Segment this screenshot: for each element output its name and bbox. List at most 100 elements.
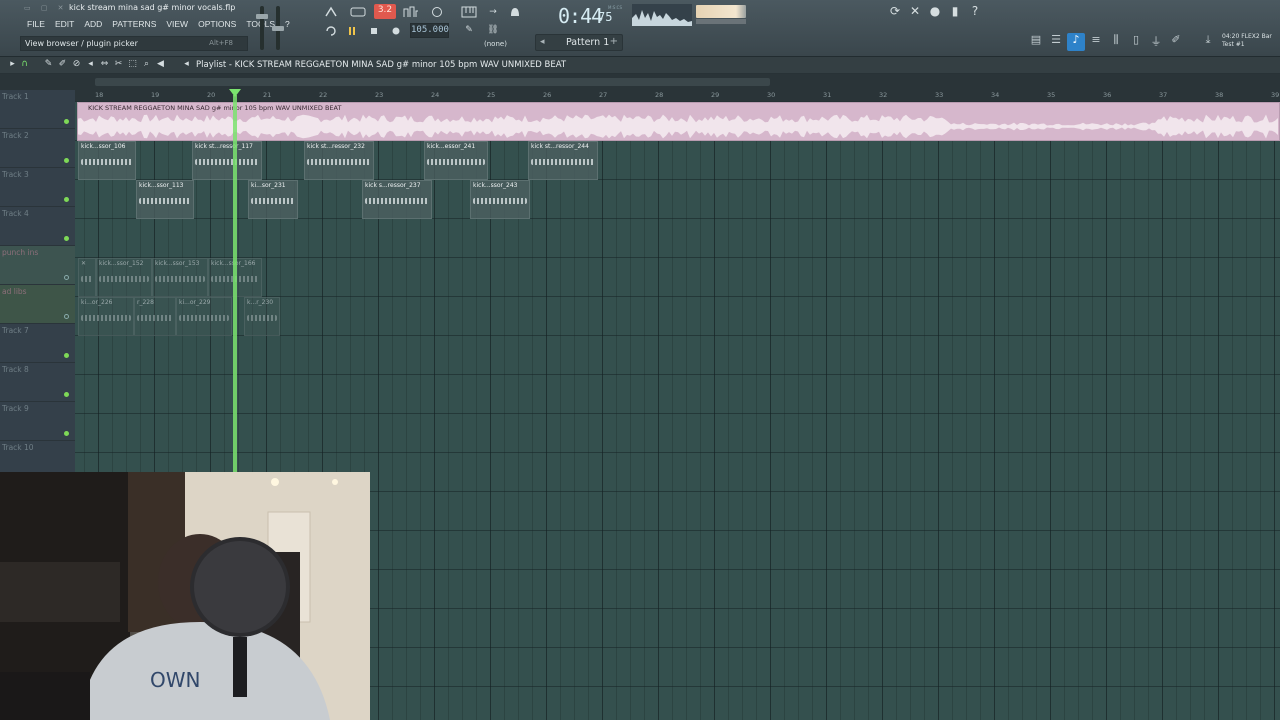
paint-tool-icon[interactable]: ✐: [56, 59, 69, 72]
loop-mode-icon[interactable]: [322, 23, 339, 39]
slice-tool-icon[interactable]: ✂: [112, 59, 125, 72]
pattern-selector[interactable]: ◂ Pattern 1 +: [535, 34, 623, 51]
playhead[interactable]: [233, 95, 237, 472]
window-controls[interactable]: ▭ ▢ ✕: [24, 4, 68, 12]
menu-options[interactable]: OPTIONS: [193, 17, 241, 32]
microphone-icon[interactable]: ●: [926, 4, 944, 22]
master-volume-slider[interactable]: [256, 6, 268, 50]
bar-number: 31: [823, 91, 832, 99]
track-header[interactable]: Track 1: [0, 90, 75, 129]
metronome-icon[interactable]: [320, 4, 342, 20]
audio-clip-muted[interactable]: r_228: [134, 297, 176, 336]
magnet-icon[interactable]: ∩: [18, 59, 31, 72]
undo-history-icon[interactable]: ⟳: [886, 4, 904, 22]
mixer-icon[interactable]: ≡: [1087, 33, 1105, 51]
bar-number: 37: [1159, 91, 1168, 99]
audio-clip-muted[interactable]: kick...ssor_152: [96, 258, 152, 297]
horizontal-scrollbar[interactable]: [95, 78, 770, 86]
slip-tool-icon[interactable]: ⇔: [98, 59, 111, 72]
track-active-indicator[interactable]: [64, 431, 69, 436]
oscilloscope-monitor[interactable]: [632, 4, 692, 26]
blend-notes-icon[interactable]: [400, 4, 422, 20]
plugin-icon[interactable]: ⏚: [1147, 33, 1165, 51]
audio-clip[interactable]: kick st...ressor_117: [192, 141, 262, 180]
timeline-ruler[interactable]: 18 19 20 21 22 23 24 25 26 27 28 29 30 3…: [75, 90, 1280, 102]
master-pitch-slider[interactable]: [272, 6, 284, 50]
audio-clip[interactable]: kick...ssor_243: [470, 180, 530, 219]
audio-clip-muted[interactable]: ki...or_229: [176, 297, 232, 336]
arrow-icon[interactable]: ◂: [180, 59, 193, 72]
audio-clip[interactable]: kick s...ressor_237: [362, 180, 432, 219]
audio-clip-muted[interactable]: k...r_230: [244, 297, 280, 336]
track-active-indicator[interactable]: [64, 158, 69, 163]
track-active-indicator[interactable]: [64, 236, 69, 241]
menu-file[interactable]: FILE: [22, 17, 50, 32]
tempo-display[interactable]: 105.000: [410, 23, 449, 38]
audio-clip-main[interactable]: KICK STREAM REGGAETON MINA SAD g# minor …: [77, 102, 1280, 141]
track-header[interactable]: Track 3: [0, 168, 75, 207]
link-icon[interactable]: ⛓: [483, 22, 503, 38]
master-pitch-thumb[interactable]: [272, 26, 284, 31]
audio-clip[interactable]: kick...ssor_106: [78, 141, 136, 180]
audio-clip-muted[interactable]: ki...or_226: [78, 297, 134, 336]
track-header[interactable]: ad libs: [0, 285, 75, 324]
track-header[interactable]: Track 7: [0, 324, 75, 363]
audio-clip[interactable]: kick...ssor_113: [136, 180, 194, 219]
countdown-icon[interactable]: [347, 4, 369, 20]
track-active-indicator[interactable]: [64, 314, 69, 319]
audio-clip[interactable]: kick st...ressor_244: [528, 141, 598, 180]
piano-roll-typing-icon[interactable]: [459, 4, 479, 20]
menu-add[interactable]: ADD: [79, 17, 107, 32]
tools-cross-icon[interactable]: ✕: [906, 4, 924, 22]
browser-icon[interactable]: ▯: [1127, 33, 1145, 51]
snap-none-label[interactable]: (none): [484, 40, 507, 48]
track-header[interactable]: Track 2: [0, 129, 75, 168]
master-volume-thumb[interactable]: [256, 14, 268, 19]
channel-rack-icon[interactable]: ☰: [1047, 33, 1065, 51]
mute-tool-icon[interactable]: ◂: [84, 59, 97, 72]
track-header[interactable]: punch ins: [0, 246, 75, 285]
draw-tool-icon[interactable]: ✎: [42, 59, 55, 72]
menu-edit[interactable]: EDIT: [50, 17, 79, 32]
track-header[interactable]: Track 9: [0, 402, 75, 441]
playlist-window-icon[interactable]: ▤: [1027, 33, 1045, 51]
rec-count-badge[interactable]: 3.2: [374, 4, 396, 19]
audio-clip[interactable]: ki...sor_231: [248, 180, 298, 219]
track-active-indicator[interactable]: [64, 119, 69, 124]
download-icon[interactable]: ⤓: [1199, 33, 1217, 51]
track-header[interactable]: Track 4: [0, 207, 75, 246]
piano-roll-icon[interactable]: ♪: [1067, 33, 1085, 51]
track-active-indicator[interactable]: [64, 275, 69, 280]
track-active-indicator[interactable]: [64, 392, 69, 397]
clip-label: kick s...ressor_237: [365, 182, 421, 189]
clip-mute-icon[interactable]: ✕: [81, 260, 86, 267]
track-header[interactable]: Track 8: [0, 363, 75, 402]
bell-icon[interactable]: [505, 4, 525, 20]
pattern-add-icon[interactable]: +: [610, 36, 618, 47]
brush-icon[interactable]: ✐: [1167, 33, 1185, 51]
loop-record-icon[interactable]: [426, 4, 448, 20]
track-active-indicator[interactable]: [64, 353, 69, 358]
record-button[interactable]: [387, 23, 404, 39]
webcam-overlay: OWN: [0, 472, 370, 720]
zoom-tool-icon[interactable]: ⌕: [140, 59, 153, 72]
audio-clip-muted[interactable]: kick...ssor_153: [152, 258, 208, 297]
menu-view[interactable]: VIEW: [161, 17, 193, 32]
audio-clip[interactable]: kick...essor_241: [424, 141, 488, 180]
menu-patterns[interactable]: PATTERNS: [107, 17, 161, 32]
audio-clip-muted[interactable]: ✕: [78, 258, 96, 297]
track-name: Track 7: [2, 326, 29, 335]
audio-clip[interactable]: kick st...ressor_232: [304, 141, 374, 180]
select-tool-icon[interactable]: ⬚: [126, 59, 139, 72]
delete-tool-icon[interactable]: ⊘: [70, 59, 83, 72]
help-icon[interactable]: ?: [966, 4, 984, 22]
pattern-prev-icon[interactable]: ◂: [540, 37, 545, 47]
stop-button[interactable]: [365, 23, 382, 39]
playback-tool-icon[interactable]: ◀: [154, 59, 167, 72]
track-active-indicator[interactable]: [64, 197, 69, 202]
pencil-icon[interactable]: ✎: [459, 22, 479, 38]
pause-button[interactable]: [343, 23, 360, 39]
channel-icon[interactable]: ⫼: [1107, 33, 1125, 51]
arrow-right-icon[interactable]: →: [483, 4, 503, 20]
cpu-icon[interactable]: ▮: [946, 4, 964, 22]
